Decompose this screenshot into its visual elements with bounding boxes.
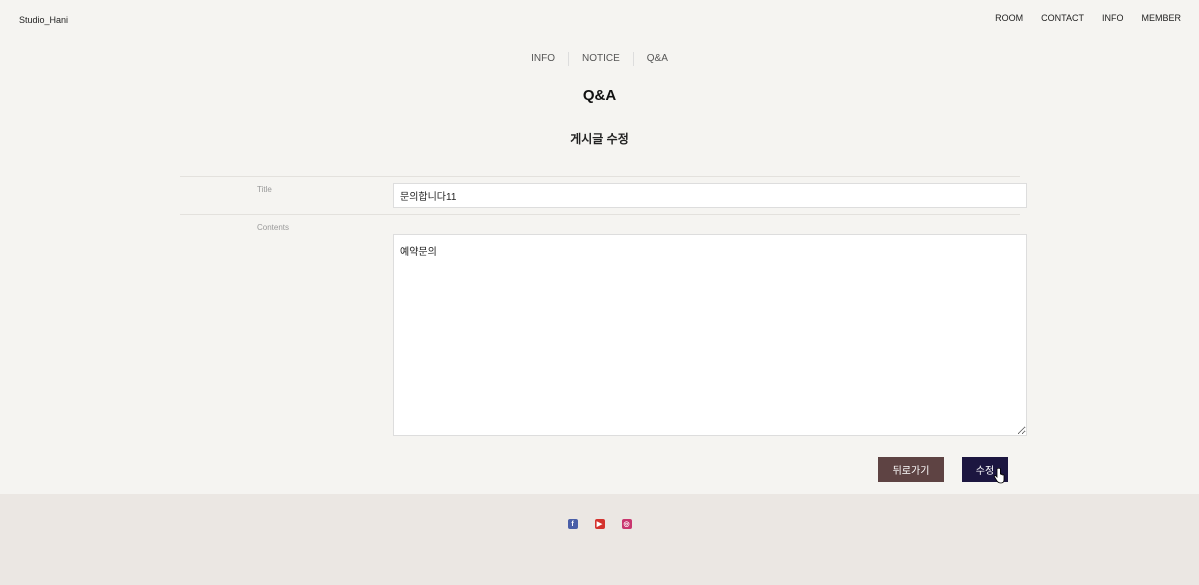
title-input[interactable]: [393, 183, 1027, 208]
title-label: Title: [257, 185, 272, 194]
social-links: f ▶ ◎: [0, 519, 1199, 529]
hand-cursor-icon: [993, 468, 1005, 484]
instagram-icon[interactable]: ◎: [621, 519, 632, 529]
top-nav: ROOM CONTACT INFO MEMBER: [977, 13, 1181, 23]
contents-label: Contents: [257, 223, 290, 232]
footer: f ▶ ◎: [0, 494, 1199, 585]
nav-info[interactable]: INFO: [1102, 13, 1124, 23]
nav-member[interactable]: MEMBER: [1141, 13, 1181, 23]
form-divider-middle: [180, 214, 1020, 215]
board-subnav: INFO NOTICE Q&A: [0, 52, 1199, 66]
subnav-info[interactable]: INFO: [518, 52, 568, 66]
youtube-icon[interactable]: ▶: [594, 519, 605, 529]
facebook-icon[interactable]: f: [567, 519, 578, 529]
nav-room[interactable]: ROOM: [995, 13, 1023, 23]
subnav-notice[interactable]: NOTICE: [567, 52, 633, 66]
subnav-qna[interactable]: Q&A: [632, 52, 681, 66]
page-subtitle: 게시글 수정: [570, 132, 629, 146]
page-title: Q&A: [582, 87, 617, 104]
brand-logo[interactable]: Studio_Hani: [19, 15, 68, 25]
nav-contact[interactable]: CONTACT: [1041, 13, 1084, 23]
contents-textarea[interactable]: 예약문의: [393, 234, 1027, 436]
form-divider-top: [180, 176, 1020, 177]
back-button[interactable]: 뒤로가기: [878, 457, 944, 482]
